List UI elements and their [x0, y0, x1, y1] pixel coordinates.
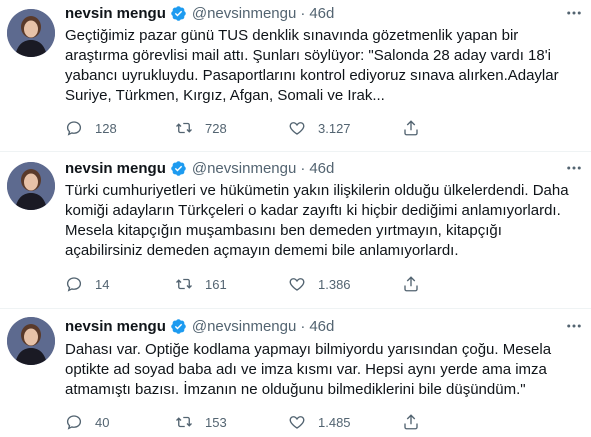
author-name[interactable]: nevsin mengu	[65, 160, 166, 177]
reply-count: 128	[95, 120, 117, 136]
timestamp[interactable]: 46d	[309, 160, 334, 177]
timestamp[interactable]: 46d	[309, 318, 334, 335]
retweet-count: 161	[205, 276, 227, 292]
tweet-actions: 14 161 1.386	[65, 274, 505, 294]
avatar[interactable]	[7, 9, 55, 57]
reply-icon	[66, 277, 82, 292]
tweet-line: atmamıştı bazısı. İmzanın ne olduğunu bi…	[65, 381, 526, 398]
retweet-count: 153	[205, 414, 227, 430]
heart-icon	[289, 278, 305, 291]
retweet-icon	[176, 278, 192, 290]
share-button[interactable]	[402, 119, 432, 137]
like-count: 1.386	[318, 276, 351, 292]
reply-icon	[66, 415, 82, 430]
author-name[interactable]: nevsin mengu	[65, 5, 166, 22]
verified-badge-icon	[170, 5, 187, 22]
avatar[interactable]	[7, 317, 55, 365]
reply-count: 40	[95, 414, 110, 430]
tweet[interactable]: nevsin mengu @nevsinmengu · 46d Türki cu…	[0, 152, 591, 309]
like-button[interactable]: 3.127	[288, 119, 351, 137]
author-name[interactable]: nevsin mengu	[65, 318, 166, 335]
verified-badge-icon	[170, 318, 187, 335]
reply-button[interactable]: 14	[65, 275, 109, 293]
like-count: 1.485	[318, 414, 351, 430]
tweet-line: Türki cumhuriyetleri ve hükümetin yakın …	[65, 182, 569, 199]
share-icon	[404, 120, 418, 136]
heart-icon	[289, 122, 305, 135]
separator-dot: ·	[300, 4, 306, 22]
tweet-actions: 128 728 3.127	[65, 118, 505, 138]
share-button[interactable]	[402, 275, 432, 293]
tweet-text: Türki cumhuriyetleri ve hükümetin yakın …	[65, 181, 575, 261]
separator-dot: ·	[300, 159, 306, 177]
reply-icon	[66, 121, 82, 136]
like-button[interactable]: 1.386	[288, 275, 351, 293]
like-count: 3.127	[318, 120, 351, 136]
tweet-line: Mesela kitapçığın muşambasını ben demede…	[65, 222, 502, 239]
tweet-actions: 40 153 1.485	[65, 412, 505, 432]
tweet-line: Dahası var. Optiğe kodlama yapmayı bilmi…	[65, 341, 552, 358]
more-icon[interactable]	[565, 4, 583, 22]
verified-badge-icon	[170, 160, 187, 177]
retweet-count: 728	[205, 120, 227, 136]
tweet-line: Geçtiğimiz pazar günü TUS denklik sınavı…	[65, 27, 519, 44]
tweet-line: yabancı uyrukluydu. Pasaportlarını kontr…	[65, 67, 559, 84]
tweet-line: araştırma görevlisi mail attı. Şunları s…	[65, 47, 551, 64]
retweet-button[interactable]: 153	[175, 413, 227, 431]
tweet[interactable]: nevsin mengu @nevsinmengu · 46d Dahası v…	[0, 309, 591, 437]
retweet-icon	[176, 122, 192, 134]
author-handle[interactable]: @nevsinmengu	[192, 5, 296, 22]
separator-dot: ·	[300, 317, 306, 335]
more-icon[interactable]	[565, 159, 583, 177]
more-icon[interactable]	[565, 317, 583, 335]
tweet-text: Geçtiğimiz pazar günü TUS denklik sınavı…	[65, 26, 575, 106]
share-button[interactable]	[402, 413, 432, 431]
retweet-icon	[176, 416, 192, 428]
retweet-button[interactable]: 728	[175, 119, 227, 137]
tweet-line: optikte ad soyad baba adı ve imza kısmı …	[65, 361, 547, 378]
tweet-text: Dahası var. Optiğe kodlama yapmayı bilmi…	[65, 340, 575, 400]
share-icon	[404, 276, 418, 292]
reply-button[interactable]: 128	[65, 119, 117, 137]
tweet-line: komiği adayların Türkçeleri o kadar zayı…	[65, 202, 561, 219]
share-icon	[404, 414, 418, 430]
tweet-line: Suriye, Türkmen, Kırgız, Afgan, Somali v…	[65, 87, 385, 104]
tweet-line: açabilirsiniz demeden açmayın dememi bil…	[65, 242, 459, 259]
retweet-button[interactable]: 161	[175, 275, 227, 293]
author-handle[interactable]: @nevsinmengu	[192, 160, 296, 177]
timestamp[interactable]: 46d	[309, 5, 334, 22]
reply-count: 14	[95, 276, 110, 292]
heart-icon	[289, 416, 305, 429]
author-handle[interactable]: @nevsinmengu	[192, 318, 296, 335]
reply-button[interactable]: 40	[65, 413, 109, 431]
avatar[interactable]	[7, 162, 55, 210]
tweet[interactable]: nevsin mengu @nevsinmengu · 46d Geçtiğim…	[0, 0, 591, 152]
like-button[interactable]: 1.485	[288, 413, 351, 431]
